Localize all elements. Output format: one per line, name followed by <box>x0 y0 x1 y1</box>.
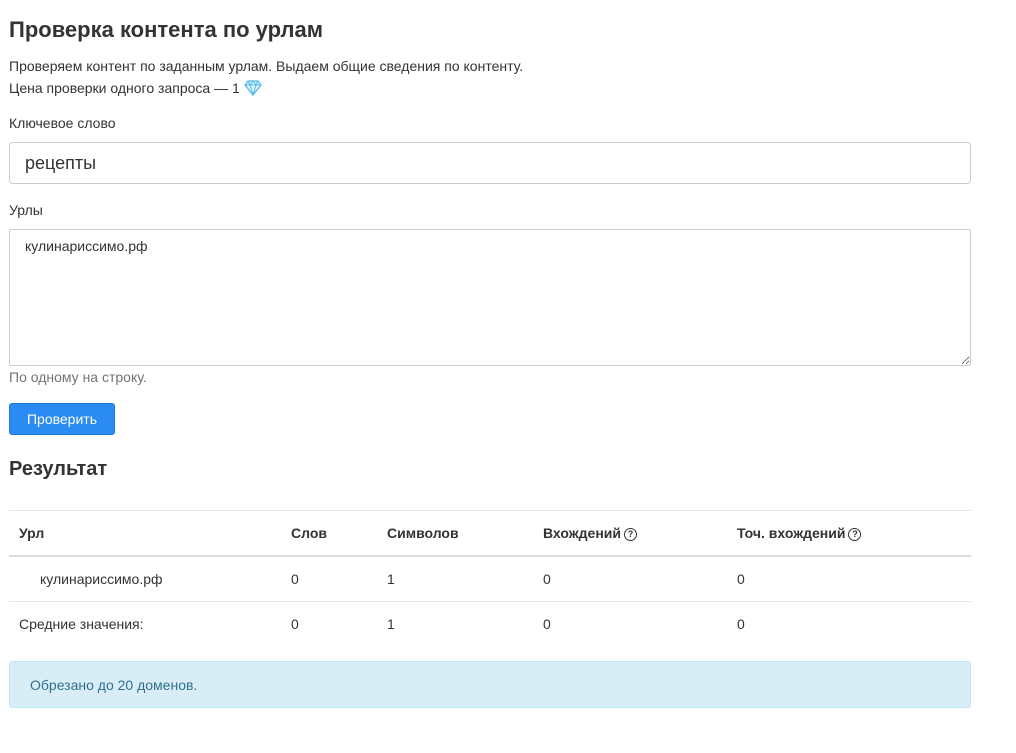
results-title: Результат <box>9 458 108 480</box>
question-circle-icon[interactable]: ? <box>624 528 637 541</box>
table-header-row: Урл Слов Символов Вхождений? Точ. вхожде… <box>9 510 971 557</box>
price-text: Цена проверки одного запроса — 1 <box>9 80 240 96</box>
page-title: Проверка контента по урлам <box>9 17 323 42</box>
keyword-label: Ключевое слово <box>9 115 116 131</box>
price-line: Цена проверки одного запроса — 1 <box>9 77 523 99</box>
column-header-occurrences: Вхождений? <box>533 510 727 557</box>
results-table: Урл Слов Символов Вхождений? Точ. вхожде… <box>9 510 971 646</box>
info-alert: Обрезано до 20 доменов. <box>9 661 971 708</box>
gem-icon <box>244 80 262 97</box>
average-label: Средние значения: <box>9 601 281 646</box>
average-exact: 0 <box>727 601 971 646</box>
question-circle-icon[interactable]: ? <box>848 528 862 541</box>
cell-exact: 0 <box>727 555 971 602</box>
keyword-input[interactable] <box>9 142 971 184</box>
alert-text: Обрезано до 20 доменов. <box>30 676 198 693</box>
cell-occurrences: 0 <box>533 555 727 602</box>
column-header-words: Слов <box>281 510 377 557</box>
cell-url: кулинариссимо.рф <box>9 555 281 602</box>
cell-chars: 1 <box>377 555 533 602</box>
urls-textarea[interactable]: кулинариссимо.рф <box>9 229 971 366</box>
urls-label: Урлы <box>9 202 43 218</box>
description-block: Проверяем контент по заданным урлам. Выд… <box>9 55 523 99</box>
average-occurrences: 0 <box>533 601 727 646</box>
column-header-exact: Точ. вхождений? <box>727 510 971 557</box>
page: Проверка контента по урлам Проверяем кон… <box>0 0 1016 753</box>
table-row: кулинариссимо.рф 0 1 0 0 <box>9 555 971 602</box>
average-words: 0 <box>281 601 377 646</box>
column-header-url: Урл <box>9 510 281 557</box>
urls-help-text: По одному на строку. <box>9 369 147 385</box>
page-description: Проверяем контент по заданным урлам. Выд… <box>9 58 524 74</box>
average-row: Средние значения: 0 1 0 0 <box>9 601 971 646</box>
column-header-chars: Символов <box>377 510 533 557</box>
cell-words: 0 <box>281 555 377 602</box>
average-chars: 1 <box>377 601 533 646</box>
check-button[interactable]: Проверить <box>9 403 115 435</box>
